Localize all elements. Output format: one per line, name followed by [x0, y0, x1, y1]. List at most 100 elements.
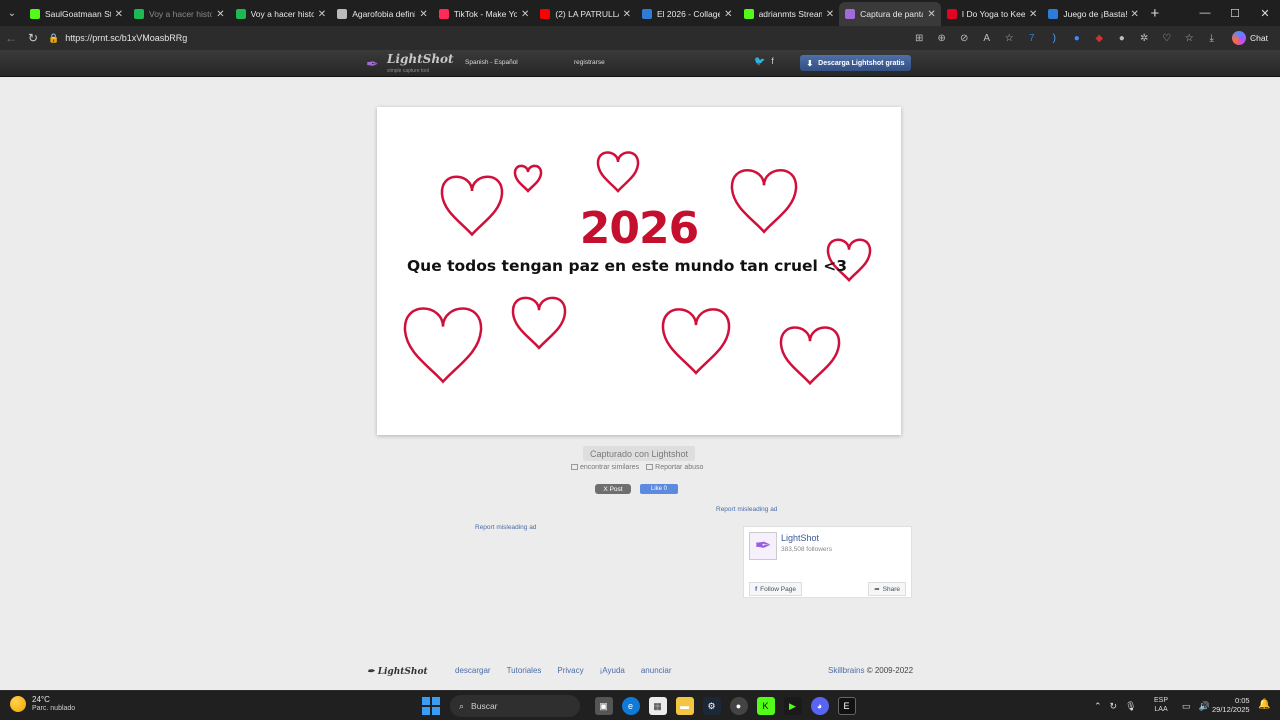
- tab-close-icon[interactable]: ✕: [623, 9, 631, 20]
- tab-favicon-icon: [946, 9, 957, 19]
- x-post-button[interactable]: X Post: [595, 484, 631, 494]
- windows-start-icon[interactable]: [422, 697, 440, 715]
- facebook-like-button[interactable]: Like 0: [640, 484, 678, 494]
- language-selector[interactable]: Spanish - Español: [465, 59, 518, 66]
- report-abuse-link[interactable]: Reportar abuso: [646, 464, 703, 471]
- microphone-icon[interactable]: 🎙: [1125, 701, 1136, 712]
- page-name[interactable]: LightShot: [781, 533, 819, 543]
- notification-bell-icon[interactable]: 🔔: [1258, 699, 1270, 710]
- vpn-extension-icon[interactable]: ●: [1066, 33, 1089, 44]
- tab-close-icon[interactable]: ✕: [419, 9, 427, 20]
- taskbar-search[interactable]: ⌕ Buscar: [450, 695, 580, 717]
- audio-extension-icon[interactable]: ): [1043, 33, 1066, 44]
- heart-icon: [661, 308, 731, 375]
- maximize-icon[interactable]: ☐: [1220, 0, 1250, 26]
- skillbrains-link[interactable]: Skillbrains: [828, 666, 864, 675]
- tab-actions-menu-icon[interactable]: ⌄: [0, 0, 24, 26]
- chevron-up-icon[interactable]: ⌃: [1094, 701, 1102, 712]
- footer-link-help[interactable]: ¡Ayuda: [600, 666, 625, 675]
- browser-tab[interactable]: El 2026 - Collage de fotos✕: [636, 2, 738, 26]
- browser-tab[interactable]: I Do Yoga to Keep Fit ✕: [941, 2, 1043, 26]
- favorite-icon[interactable]: ☆: [998, 33, 1021, 44]
- tracking-icon[interactable]: ⊘: [953, 33, 976, 44]
- browser-tab[interactable]: adrianmts Stream - Kick ✕: [738, 2, 840, 26]
- input-language[interactable]: ESP LAA: [1154, 696, 1168, 714]
- copilot-icon: [1232, 31, 1246, 45]
- extensions-icon[interactable]: ✲: [1133, 33, 1156, 44]
- report-ad-link-left[interactable]: Report misleading ad: [475, 524, 536, 531]
- tab-close-icon[interactable]: ✕: [115, 9, 123, 20]
- steam-icon[interactable]: ⚙: [702, 697, 721, 715]
- tab-close-icon[interactable]: ✕: [318, 9, 326, 20]
- browser-tab[interactable]: Agarofobia definición ✕: [331, 2, 433, 26]
- tab-close-icon[interactable]: ✕: [927, 9, 935, 20]
- extension-icon[interactable]: ●: [1111, 33, 1134, 44]
- file-explorer-icon[interactable]: ▬: [675, 697, 694, 715]
- discord-icon[interactable]: ◕: [810, 697, 829, 715]
- epic-games-icon[interactable]: E: [837, 697, 856, 715]
- tab-close-icon[interactable]: ✕: [1131, 9, 1139, 20]
- clock[interactable]: 0:05 29/12/2025: [1212, 696, 1250, 714]
- tab-title: El 2026 - Collage de fotos: [656, 9, 721, 19]
- translate-extension-icon[interactable]: 7: [1021, 33, 1044, 44]
- follow-page-button[interactable]: f Follow Page: [749, 582, 802, 596]
- browser-tab[interactable]: TikTok - Make Your Day ✕: [433, 2, 535, 26]
- ublock-extension-icon[interactable]: ◆: [1088, 33, 1111, 44]
- footer-link-advertise[interactable]: anunciar: [641, 666, 672, 675]
- new-tab-button[interactable]: +: [1144, 5, 1166, 22]
- browser-tab[interactable]: SaulGoatmaan Stream ✕: [24, 2, 128, 26]
- footer-link-privacy[interactable]: Privacy: [557, 666, 583, 675]
- tab-close-icon[interactable]: ✕: [724, 9, 732, 20]
- partly-cloudy-icon: [10, 696, 26, 712]
- taskbar-apps: ⌕ Buscar ▣ e ▦ ▬ ⚙ ● K ▶ ◕ E: [422, 694, 860, 718]
- tab-close-icon[interactable]: ✕: [521, 9, 529, 20]
- tab-favicon-icon: [743, 9, 754, 19]
- downloads-icon[interactable]: ⤓: [1201, 33, 1224, 44]
- browser-tab[interactable]: Voy a hacer historia✕: [230, 2, 332, 26]
- browser-tab[interactable]: Captura de pantalla ✕: [839, 2, 941, 26]
- find-similar-link[interactable]: encontrar similares: [571, 464, 639, 471]
- read-aloud-icon[interactable]: A: [976, 33, 999, 44]
- browser-essentials-icon[interactable]: ♡: [1156, 33, 1179, 44]
- weather-widget[interactable]: 24°C Parc. nublado: [10, 695, 75, 713]
- browser-tab[interactable]: Voy a hacer historia✕: [128, 2, 230, 26]
- lightshot-logo[interactable]: ✒ LightShot simple capture tool: [366, 53, 454, 77]
- tab-close-icon[interactable]: ✕: [1029, 9, 1037, 20]
- tab-close-icon[interactable]: ✕: [826, 9, 834, 20]
- register-link[interactable]: registrarse: [574, 59, 605, 66]
- close-window-icon[interactable]: ✕: [1250, 0, 1280, 26]
- twitter-icon[interactable]: 🐦: [754, 56, 771, 66]
- edge-icon[interactable]: e: [621, 697, 640, 715]
- obs-icon[interactable]: ●: [729, 697, 748, 715]
- download-button[interactable]: ⬇ Descarga Lightshot gratis: [800, 55, 911, 71]
- browser-tab[interactable]: (2) LA PATRULLA (Video) ✕: [534, 2, 636, 26]
- kick-studio-icon[interactable]: ▶: [783, 697, 802, 715]
- minimize-icon[interactable]: —: [1190, 0, 1220, 26]
- footer-logo[interactable]: ✒ LightShot: [367, 667, 428, 677]
- favorites-bar-icon[interactable]: ☆: [1178, 33, 1201, 44]
- url-field[interactable]: 🔒 https://prnt.sc/b1xVMoasbRRg: [48, 29, 898, 47]
- window-controls: — ☐ ✕: [1190, 0, 1280, 26]
- facebook-icon[interactable]: f: [771, 56, 780, 66]
- tab-close-icon[interactable]: ✕: [216, 9, 224, 20]
- taskbar: 24°C Parc. nublado ⌕ Buscar ▣ e ▦ ▬ ⚙ ● …: [0, 690, 1280, 720]
- refresh-button[interactable]: ↻: [22, 26, 44, 50]
- share-button[interactable]: ➦ Share: [868, 582, 906, 596]
- sync-icon[interactable]: ↻: [1110, 701, 1118, 712]
- lightshot-page-avatar[interactable]: ✒: [749, 532, 777, 560]
- browser-tab[interactable]: Juego de ¡Basta! Juega ✕: [1042, 2, 1144, 26]
- tab-title: adrianmts Stream - Kick: [758, 9, 822, 19]
- url-text: https://prnt.sc/b1xVMoasbRRg: [65, 33, 188, 43]
- captured-with-lightshot[interactable]: Capturado con Lightshot: [583, 446, 695, 461]
- task-view-icon[interactable]: ▣: [594, 697, 613, 715]
- footer-link-download[interactable]: descargar: [455, 666, 491, 675]
- report-ad-link-right[interactable]: Report misleading ad: [716, 506, 777, 513]
- footer-link-tutorials[interactable]: Tutoriales: [507, 666, 542, 675]
- copilot-chat-button[interactable]: Chat: [1232, 29, 1268, 47]
- zoom-icon[interactable]: ⊕: [931, 33, 954, 44]
- back-button[interactable]: ←: [0, 26, 22, 50]
- microsoft-store-icon[interactable]: ▦: [648, 697, 667, 715]
- app-available-icon[interactable]: ⊞: [908, 33, 931, 44]
- quick-settings[interactable]: ▭ 🔊: [1178, 691, 1214, 720]
- kick-icon[interactable]: K: [756, 697, 775, 715]
